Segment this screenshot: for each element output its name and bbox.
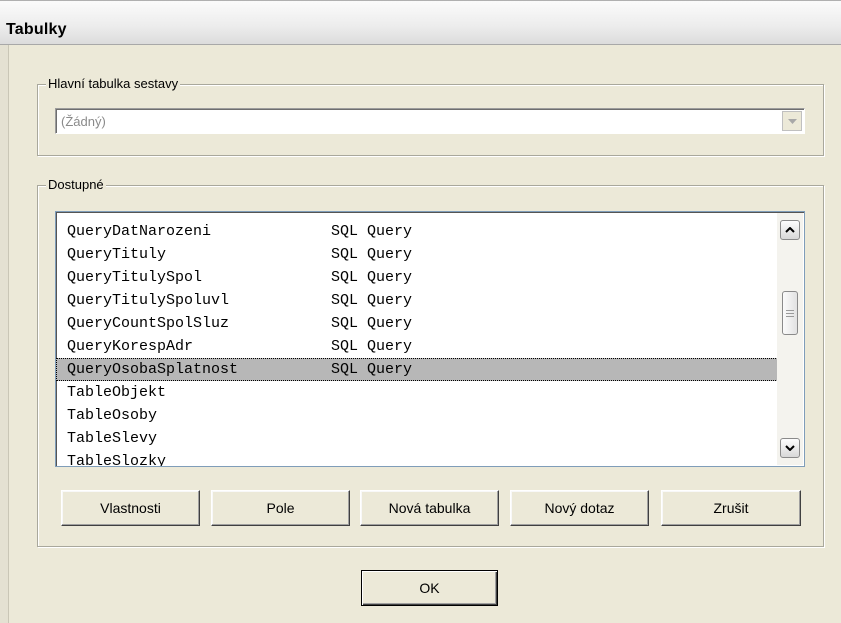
list-item[interactable]: QueryOsobaSplatnost SQL Query <box>56 358 778 381</box>
left-edge <box>0 45 9 623</box>
scroll-down-button[interactable] <box>780 438 800 458</box>
new-query-button-label: Nový dotaz <box>544 500 615 516</box>
list-item-name: QueryTituly <box>67 246 167 263</box>
vertical-scrollbar[interactable] <box>777 213 803 465</box>
list-item-type: SQL Query <box>331 338 413 355</box>
list-item-name: TableObjekt <box>67 384 167 401</box>
list-item[interactable]: QueryTitulySpoluvl SQL Query <box>56 289 778 312</box>
list-item-type: SQL Query <box>331 361 413 378</box>
list-item[interactable]: QueryTituly SQL Query <box>56 243 778 266</box>
list-item-name: TableOsoby <box>67 407 158 424</box>
scroll-up-button[interactable] <box>780 220 800 240</box>
list-item[interactable]: TableObjekt <box>56 381 778 404</box>
available-legend: Dostupné <box>46 177 106 193</box>
main-table-combobox[interactable]: (Žádný) <box>55 108 805 134</box>
list-item[interactable]: QueryCountSpolSluz SQL Query <box>56 312 778 335</box>
list-item-type: SQL Query <box>331 246 413 263</box>
chevron-down-icon <box>787 118 797 124</box>
list-item-name: QueryKorespAdr <box>67 338 194 355</box>
list-items: QueryDatNarozeni SQL Query QueryTituly SQL … <box>56 220 778 467</box>
list-item-type: SQL Query <box>331 315 413 332</box>
list-item-name: QueryDatNarozeni <box>67 223 212 240</box>
list-item-name: QueryTitulySpoluvl <box>67 292 230 309</box>
ok-button-label: OK <box>419 580 440 596</box>
list-item[interactable]: QueryKorespAdr SQL Query <box>56 335 778 358</box>
properties-button-label: Vlastnosti <box>100 500 161 516</box>
list-item-name: QueryCountSpolSluz <box>67 315 230 332</box>
list-item-type: SQL Query <box>331 269 413 286</box>
list-item-name: TableSlevy <box>67 430 158 447</box>
list-item[interactable]: TableSlozky <box>56 450 778 467</box>
scroll-thumb[interactable] <box>782 291 798 335</box>
scroll-down-arrow-icon <box>785 445 795 451</box>
main-table-legend: Hlavní tabulka sestavy <box>46 76 181 92</box>
available-tables-list[interactable]: QueryDatNarozeni SQL Query QueryTituly SQL … <box>55 211 805 467</box>
fields-button[interactable]: Pole <box>211 490 350 526</box>
new-table-button-label: Nová tabulka <box>388 500 471 516</box>
list-item-name: TableSlozky <box>67 453 167 467</box>
list-item[interactable]: QueryDatNarozeni SQL Query <box>56 220 778 243</box>
main-table-selected-value: (Žádný) <box>61 114 106 129</box>
list-item[interactable]: TableSlevy <box>56 427 778 450</box>
list-item-name: QueryTitulySpol <box>67 269 203 286</box>
title-bar[interactable]: Tabulky <box>0 0 841 45</box>
fields-button-label: Pole <box>266 500 295 516</box>
list-item-type: SQL Query <box>331 292 413 309</box>
list-item-type: SQL Query <box>331 223 413 240</box>
grip-icon <box>786 309 794 317</box>
properties-button[interactable]: Vlastnosti <box>61 490 200 526</box>
new-table-button[interactable]: Nová tabulka <box>360 490 499 526</box>
list-item[interactable]: QueryTitulySpol SQL Query <box>56 266 778 289</box>
cancel-button[interactable]: Zrušit <box>661 490 801 526</box>
list-item[interactable]: TableOsoby <box>56 404 778 427</box>
combo-dropdown-button[interactable] <box>782 111 802 131</box>
list-item-name: QueryOsobaSplatnost <box>67 361 239 378</box>
scroll-up-arrow-icon <box>785 227 795 233</box>
cancel-button-label: Zrušit <box>713 500 749 516</box>
window-title: Tabulky <box>6 21 67 38</box>
tabulky-dialog: Tabulky Hlavní tabulka sestavy (Žádný) D… <box>0 0 841 623</box>
new-query-button[interactable]: Nový dotaz <box>510 490 649 526</box>
ok-button[interactable]: OK <box>361 570 498 606</box>
